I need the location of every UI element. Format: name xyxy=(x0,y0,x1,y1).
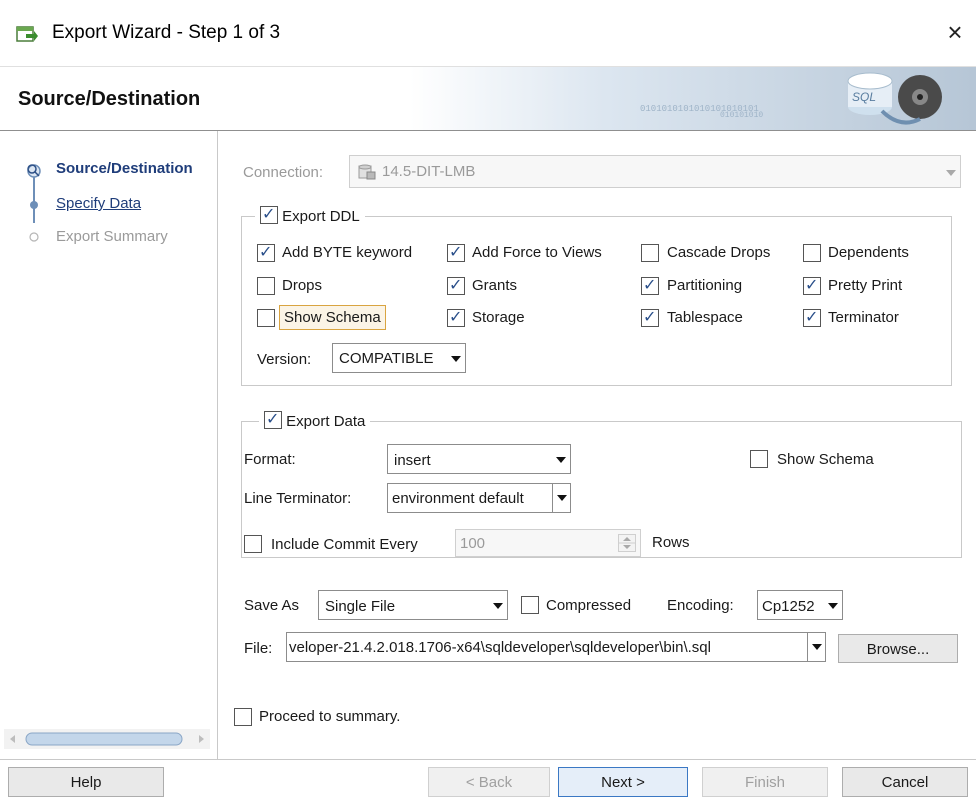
window-title: Export Wizard - Step 1 of 3 xyxy=(52,22,281,43)
chevron-down-icon xyxy=(557,495,567,501)
nav-step-export-summary: Export Summary xyxy=(56,228,168,245)
version-select[interactable]: COMPATIBLE xyxy=(332,343,466,373)
save-as-label: Save As xyxy=(244,597,300,614)
wizard-content: Connection: 14.5-DIT-LMB Export DDL Add … xyxy=(219,131,976,759)
step-track xyxy=(27,164,41,242)
cascade-drops-label: Cascade Drops xyxy=(667,244,771,261)
chevron-down-icon xyxy=(812,644,822,650)
drops-checkbox[interactable] xyxy=(257,277,275,295)
rows-label: Rows xyxy=(652,534,690,551)
include-commit-checkbox[interactable] xyxy=(244,535,262,553)
chevron-down-button[interactable] xyxy=(552,484,570,512)
close-icon[interactable]: × xyxy=(940,17,970,47)
tablespace-label: Tablespace xyxy=(667,309,743,326)
back-button[interactable]: < Back xyxy=(428,767,550,797)
help-button[interactable]: Help xyxy=(8,767,164,797)
commit-count-value: 100 xyxy=(460,535,486,552)
chevron-down-icon xyxy=(828,603,838,609)
compressed-checkbox[interactable] xyxy=(521,596,539,614)
nav-step-specify-data[interactable]: Specify Data xyxy=(56,195,141,212)
proceed-to-summary-checkbox[interactable] xyxy=(234,708,252,726)
ddl-show-schema-label: Show Schema xyxy=(279,305,386,330)
title-bar: Export Wizard - Step 1 of 3 × xyxy=(0,0,976,66)
browse-button[interactable]: Browse... xyxy=(838,634,958,663)
wizard-button-bar: Help < Back Next > Finish Cancel xyxy=(0,759,976,798)
terminator-label: Terminator xyxy=(828,309,899,326)
line-terminator-select[interactable]: environment default xyxy=(387,483,571,513)
cancel-button[interactable]: Cancel xyxy=(842,767,968,797)
commit-count-spinner: 100 xyxy=(455,529,641,557)
database-connection-icon xyxy=(358,164,376,180)
nav-horizontal-scrollbar[interactable] xyxy=(4,729,210,749)
data-show-schema-checkbox[interactable] xyxy=(750,450,768,468)
version-value: COMPATIBLE xyxy=(339,350,434,367)
chevron-down-icon xyxy=(946,170,956,176)
version-label: Version: xyxy=(257,351,312,368)
line-terminator-label: Line Terminator: xyxy=(244,490,352,507)
export-ddl-checkbox[interactable] xyxy=(260,204,278,224)
partitioning-label: Partitioning xyxy=(667,277,743,294)
file-history-dropdown[interactable] xyxy=(807,633,825,661)
encoding-select[interactable]: Cp1252 xyxy=(757,590,843,620)
add-force-to-views-checkbox[interactable] xyxy=(447,242,465,262)
line-terminator-value: environment default xyxy=(392,490,524,507)
dependents-label: Dependents xyxy=(828,244,909,261)
chevron-down-icon xyxy=(493,603,503,609)
export-ddl-label: Export DDL xyxy=(282,208,360,225)
storage-label: Storage xyxy=(472,309,525,326)
grants-checkbox[interactable] xyxy=(447,275,465,295)
spinner-arrows-icon xyxy=(618,534,636,552)
include-commit-label: Include Commit Every xyxy=(271,536,418,553)
partitioning-checkbox[interactable] xyxy=(641,275,659,295)
pretty-print-label: Pretty Print xyxy=(828,277,903,294)
format-select[interactable]: insert xyxy=(387,444,571,474)
wizard-step-nav: Source/Destination Specify Data Export S… xyxy=(0,131,218,759)
next-button[interactable]: Next > xyxy=(558,767,688,797)
svg-text:SQL: SQL xyxy=(852,90,876,104)
connection-value: 14.5-DIT-LMB xyxy=(382,163,476,180)
nav-step-source-destination[interactable]: Source/Destination xyxy=(56,160,216,177)
compressed-label: Compressed xyxy=(546,597,632,614)
drops-label: Drops xyxy=(282,277,323,294)
wizard-header: Source/Destination 010101010101010101010… xyxy=(0,66,976,131)
encoding-value: Cp1252 xyxy=(762,598,815,615)
export-wizard-icon xyxy=(16,26,38,42)
terminator-checkbox[interactable] xyxy=(803,307,821,327)
add-byte-keyword-label: Add BYTE keyword xyxy=(282,244,413,261)
tablespace-checkbox[interactable] xyxy=(641,307,659,327)
cascade-drops-checkbox[interactable] xyxy=(641,244,659,262)
file-label: File: xyxy=(244,640,273,657)
file-path-value[interactable]: veloper-21.4.2.018.1706-x64\sqldeveloper… xyxy=(289,639,711,656)
proceed-to-summary-label: Proceed to summary. xyxy=(259,708,401,725)
data-show-schema-label: Show Schema xyxy=(777,451,874,468)
finish-button[interactable]: Finish xyxy=(702,767,828,797)
chevron-down-icon xyxy=(451,356,461,362)
connection-label: Connection: xyxy=(243,164,324,181)
export-data-legend: Export Data xyxy=(259,409,371,430)
grants-label: Grants xyxy=(472,277,518,294)
format-label: Format: xyxy=(244,451,296,468)
encoding-label: Encoding: xyxy=(667,597,734,614)
chevron-down-icon xyxy=(556,457,566,463)
dependents-checkbox[interactable] xyxy=(803,244,821,262)
save-as-select[interactable]: Single File xyxy=(318,590,508,620)
save-as-value: Single File xyxy=(325,598,396,615)
page-title: Source/Destination xyxy=(18,88,201,110)
export-data-label: Export Data xyxy=(286,413,366,430)
add-byte-keyword-checkbox[interactable] xyxy=(257,242,275,262)
add-force-to-views-label: Add Force to Views xyxy=(472,244,602,261)
file-path-field[interactable]: veloper-21.4.2.018.1706-x64\sqldeveloper… xyxy=(286,632,826,662)
export-data-checkbox[interactable] xyxy=(264,409,282,429)
svg-text:010101010: 010101010 xyxy=(720,111,763,120)
connection-select: 14.5-DIT-LMB xyxy=(349,155,961,188)
pretty-print-checkbox[interactable] xyxy=(803,275,821,295)
ddl-show-schema-checkbox[interactable] xyxy=(257,309,275,327)
format-value: insert xyxy=(394,452,431,469)
sql-export-banner-icon: 0101010101010101010101 010101010 SQL xyxy=(640,72,942,125)
export-ddl-legend: Export DDL xyxy=(255,204,365,225)
storage-checkbox[interactable] xyxy=(447,307,465,327)
